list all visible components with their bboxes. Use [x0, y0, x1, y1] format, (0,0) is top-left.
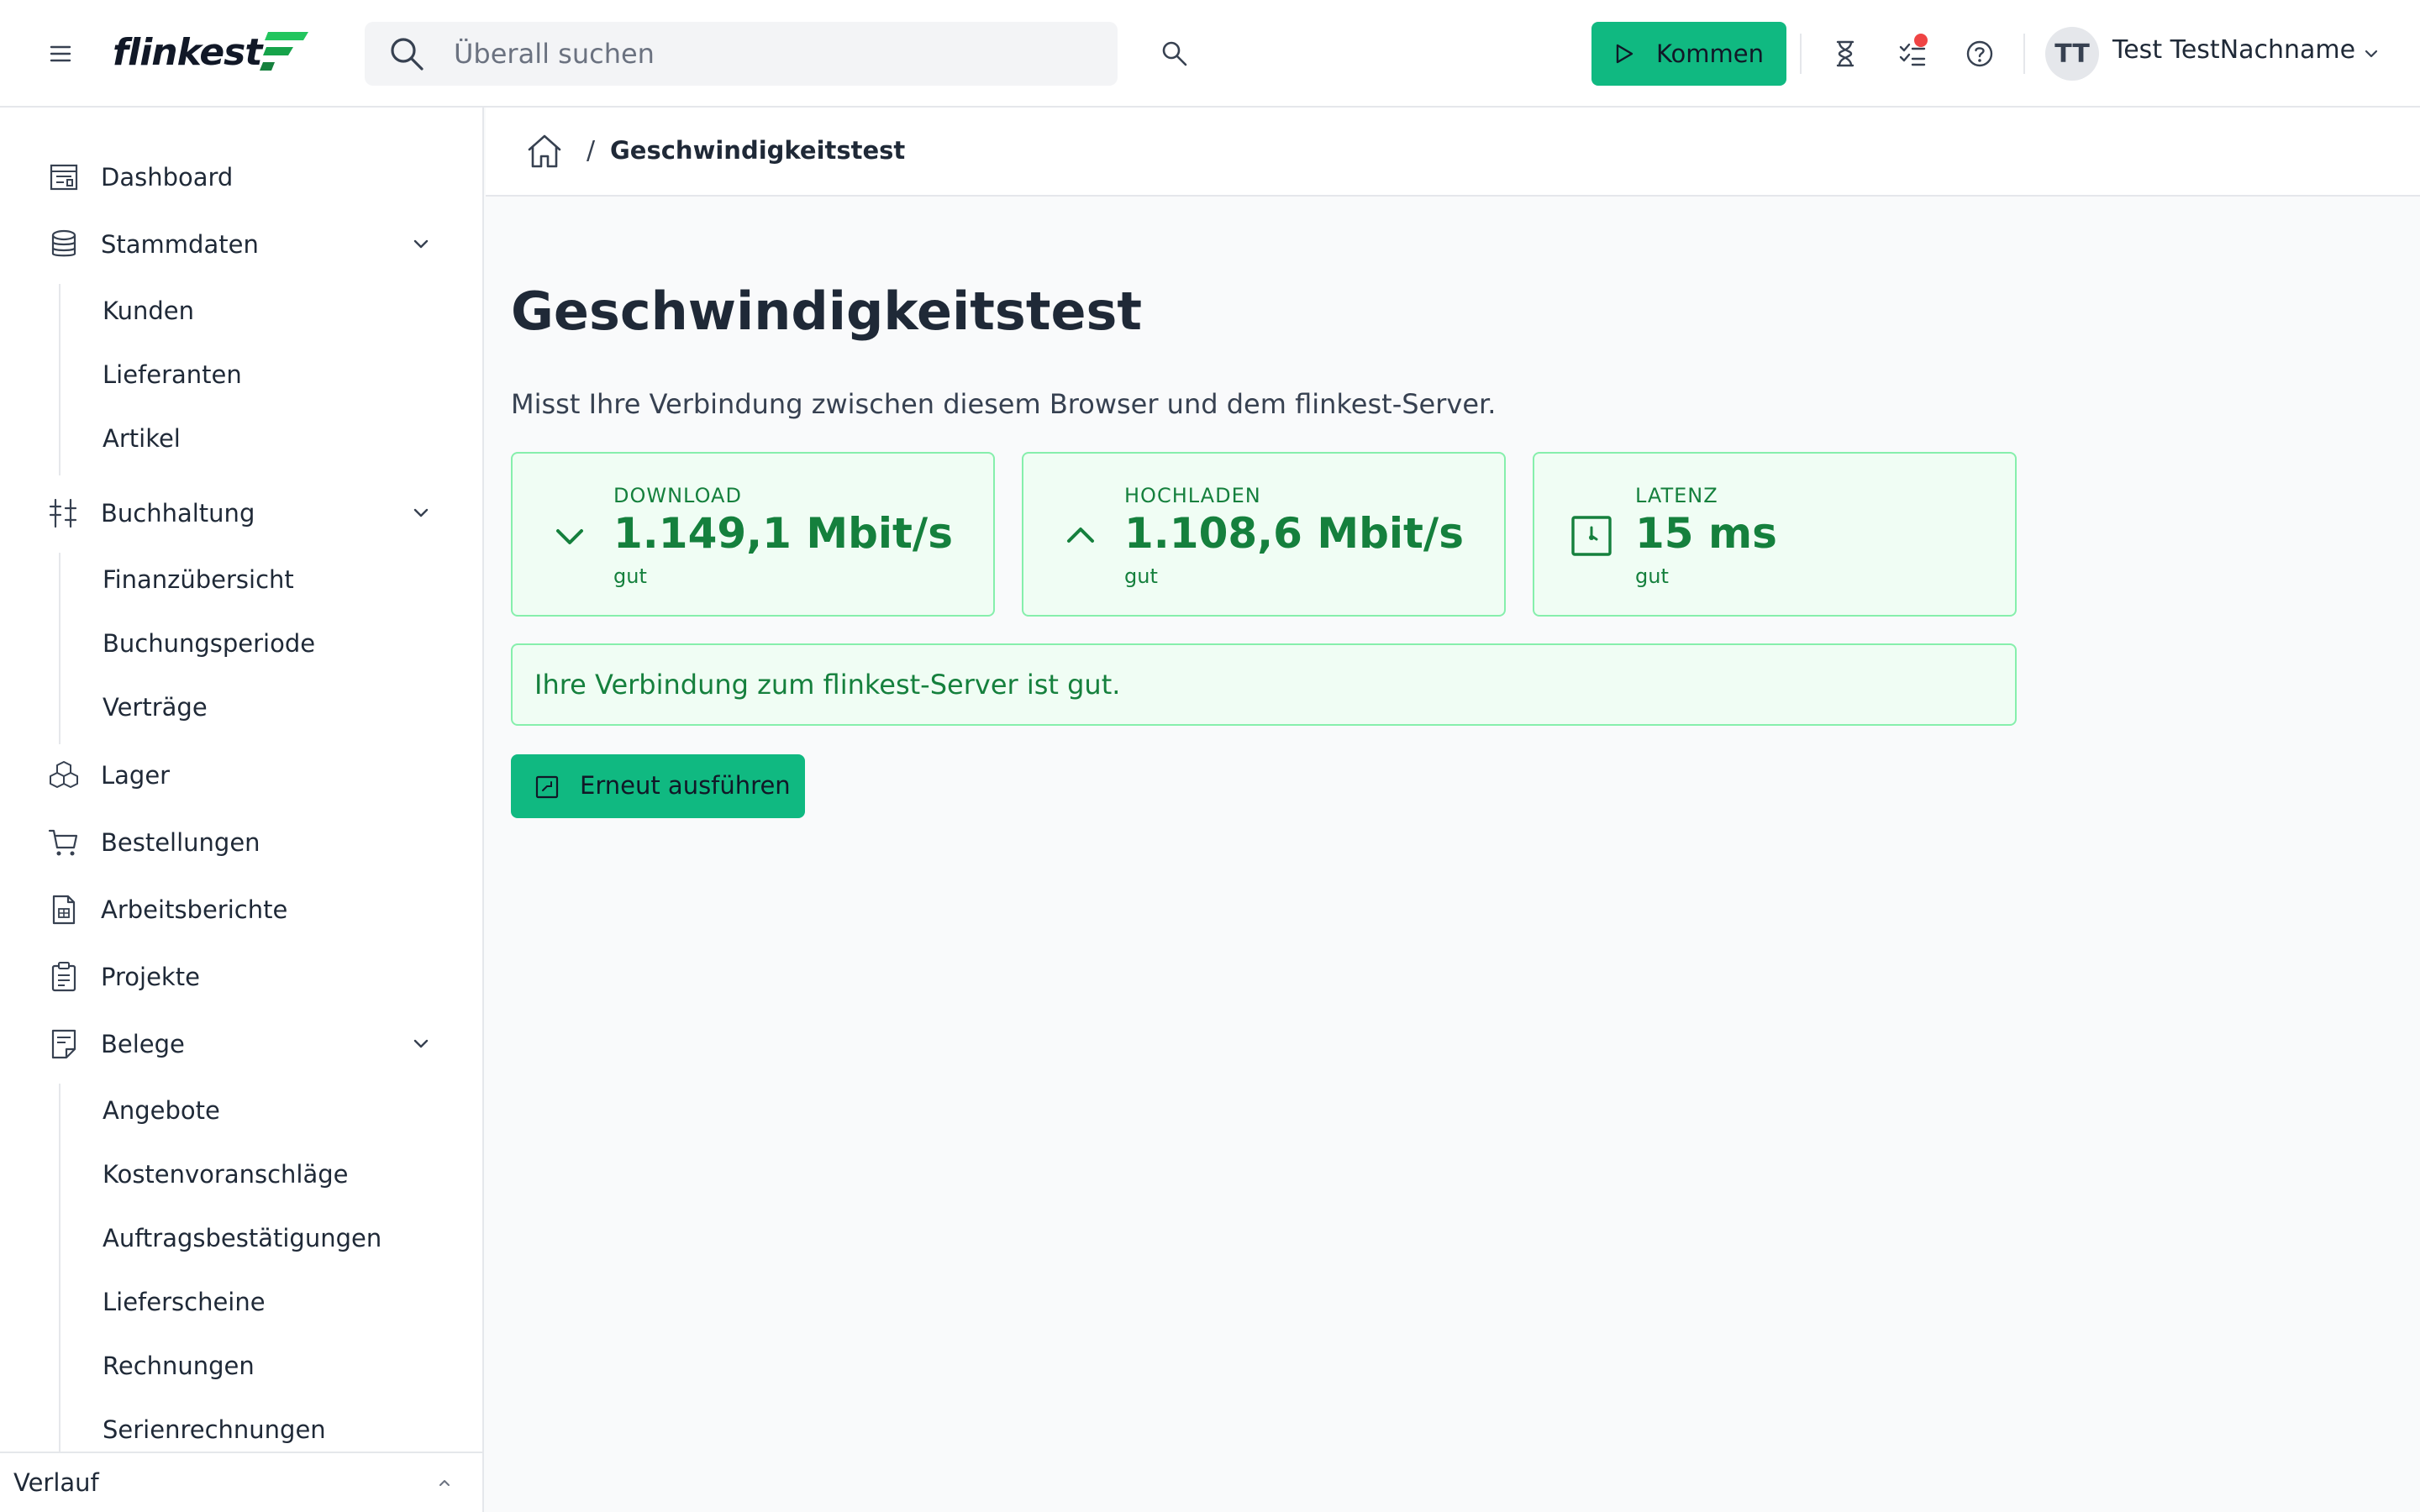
sidebar-item-buchungsperiode[interactable]: Buchungsperiode — [103, 618, 315, 669]
breadcrumb-current: Geschwindigkeitstest — [610, 136, 906, 165]
page-title: Geschwindigkeitstest — [511, 281, 1143, 342]
chevron-down-icon — [556, 529, 583, 544]
result-message-box: Ihre Verbindung zum flinkest-Server ist … — [511, 643, 2017, 726]
sidebar-item-serienrechnungen[interactable]: Serienrechnungen — [103, 1404, 326, 1455]
page-description: Misst Ihre Verbindung zwischen diesem Br… — [511, 388, 1497, 420]
home-icon[interactable] — [524, 131, 565, 171]
logo-mark-icon — [260, 32, 309, 71]
breadcrumb-separator: / — [587, 136, 596, 165]
metric-status: gut — [613, 564, 647, 588]
report-document-icon — [52, 895, 76, 925]
chevron-down-icon[interactable] — [2360, 42, 2383, 66]
result-message: Ihre Verbindung zum flinkest-Server ist … — [534, 669, 1121, 701]
receipt-icon — [51, 1029, 76, 1059]
submenu-line — [59, 284, 60, 475]
boxes-icon — [50, 761, 78, 788]
header-divider — [1800, 34, 1802, 74]
kommen-button[interactable]: Kommen — [1591, 22, 1786, 86]
sidebar-item-label: Lager — [101, 761, 171, 790]
sliders-icon — [49, 498, 77, 528]
search-icon — [391, 38, 424, 71]
sidebar-item-buchhaltung[interactable]: Buchhaltung — [0, 484, 484, 543]
user-avatar[interactable]: TT — [2045, 27, 2099, 81]
sidebar-item-bestellungen[interactable]: Bestellungen — [0, 813, 484, 872]
help-circle-icon[interactable] — [1963, 37, 1996, 71]
advanced-search-icon[interactable] — [1158, 37, 1192, 71]
sidebar-item-label: Projekte — [101, 963, 200, 991]
verlauf-label: Verlauf — [13, 1468, 99, 1497]
notification-dot — [1914, 34, 1928, 47]
breadcrumb: / Geschwindigkeitstest — [486, 108, 2420, 197]
global-search — [365, 22, 1118, 86]
rerun-gauge-icon — [535, 775, 559, 799]
user-name[interactable]: Test TestNachname — [2112, 35, 2355, 65]
hamburger-menu-icon[interactable] — [44, 37, 77, 71]
rerun-button[interactable]: Erneut ausführen — [511, 754, 805, 818]
chevron-down-icon[interactable] — [408, 501, 434, 526]
latency-metric-card: LATENZ 15 ms gut — [1533, 452, 2017, 617]
metric-value: 1.149,1 Mbit/s — [613, 509, 953, 558]
chevron-down-icon[interactable] — [408, 232, 434, 257]
sidebar-item-lager[interactable]: Lager — [0, 746, 484, 805]
dashboard-icon — [50, 164, 78, 191]
sidebar-item-dashboard[interactable]: Dashboard — [0, 148, 484, 207]
sidebar-item-rechnungen[interactable]: Rechnungen — [103, 1341, 255, 1391]
sidebar-item-angebote[interactable]: Angebote — [103, 1085, 220, 1136]
metric-value: 1.108,6 Mbit/s — [1124, 509, 1464, 558]
upload-metric-card: HOCHLADEN 1.108,6 Mbit/s gut — [1022, 452, 1506, 617]
logo-text: flinkest — [113, 30, 262, 74]
database-icon — [51, 229, 76, 257]
hourglass-icon[interactable] — [1828, 37, 1862, 71]
sidebar-item-projekte[interactable]: Projekte — [0, 948, 484, 1006]
sidebar-item-stammdaten[interactable]: Stammdaten — [0, 215, 484, 274]
sidebar-item-label: Bestellungen — [101, 828, 260, 857]
submenu-line — [59, 553, 60, 744]
sidebar-item-kunden[interactable]: Kunden — [103, 286, 194, 336]
search-input[interactable] — [454, 30, 1092, 77]
sidebar-item-lieferscheine[interactable]: Lieferscheine — [103, 1277, 266, 1327]
chevron-up-icon — [439, 1480, 450, 1486]
submenu-line — [59, 1084, 60, 1452]
sidebar-item-label: Stammdaten — [101, 230, 259, 259]
sidebar-item-belege[interactable]: Belege — [0, 1015, 484, 1074]
metric-label: LATENZ — [1635, 484, 1718, 507]
sidebar-item-arbeitsberichte[interactable]: Arbeitsberichte — [0, 880, 484, 939]
metric-label: DOWNLOAD — [613, 484, 742, 507]
sidebar: Dashboard Stammdaten Kunden Lieferanten … — [0, 108, 484, 1512]
chevron-down-icon[interactable] — [408, 1032, 434, 1057]
header-divider — [2023, 34, 2025, 74]
metric-value: 15 ms — [1635, 509, 1777, 558]
clipboard-icon — [51, 962, 76, 992]
flinkest-logo[interactable]: flinkest — [113, 25, 312, 79]
metric-status: gut — [1635, 564, 1669, 588]
sidebar-item-artikel[interactable]: Artikel — [103, 413, 181, 464]
sidebar-item-auftragsbestaetigungen[interactable]: Auftragsbestätigungen — [103, 1213, 381, 1263]
gauge-icon — [1571, 516, 1612, 556]
sidebar-item-kostenvoranschlaege[interactable]: Kostenvoranschläge — [103, 1149, 349, 1200]
sidebar-item-label: Belege — [101, 1030, 185, 1058]
metric-status: gut — [1124, 564, 1158, 588]
top-header: flinkest Kommen TT Test TestNachname — [0, 0, 2420, 108]
chevron-up-icon — [1067, 528, 1094, 543]
play-icon — [1616, 44, 1634, 64]
sidebar-item-label: Dashboard — [101, 163, 234, 192]
shopping-cart-icon — [48, 829, 78, 856]
download-metric-card: DOWNLOAD 1.149,1 Mbit/s gut — [511, 452, 995, 617]
sidebar-item-finanzuebersicht[interactable]: Finanzübersicht — [103, 554, 294, 605]
rerun-label: Erneut ausführen — [580, 771, 791, 800]
metric-label: HOCHLADEN — [1124, 484, 1261, 507]
sidebar-item-label: Arbeitsberichte — [101, 895, 288, 924]
verlauf-panel-toggle[interactable]: Verlauf — [0, 1452, 482, 1512]
sidebar-item-vertraege[interactable]: Verträge — [103, 682, 208, 732]
kommen-label: Kommen — [1655, 39, 1765, 68]
sidebar-item-label: Buchhaltung — [101, 499, 255, 528]
sidebar-item-lieferanten[interactable]: Lieferanten — [103, 349, 242, 400]
